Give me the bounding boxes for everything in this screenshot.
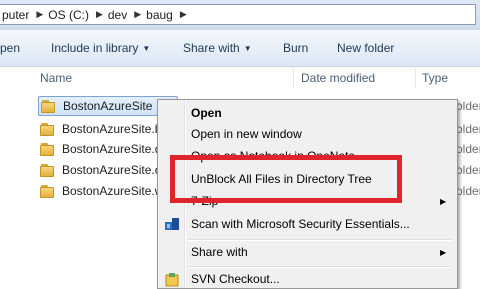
breadcrumb-item-drive[interactable]: OS (C:): [46, 8, 93, 22]
share-with-label: Share with: [183, 41, 240, 55]
folder-icon: [40, 184, 56, 198]
breadcrumb-item-computer[interactable]: puter: [0, 8, 33, 22]
burn-button[interactable]: Burn: [283, 41, 308, 55]
file-name: BostonAzureSite.b: [62, 122, 162, 136]
dropdown-arrow-icon: ▼: [142, 44, 151, 53]
menu-item-open-onenote[interactable]: Open as Notebook in OneNote: [191, 149, 355, 163]
menu-item-share-with[interactable]: Share with: [191, 245, 248, 259]
address-bar: puter ▶ OS (C:) ▶ dev ▶ baug ▶: [0, 0, 480, 30]
dropdown-arrow-icon: ▼: [243, 44, 252, 53]
breadcrumb[interactable]: puter ▶ OS (C:) ▶ dev ▶ baug ▶: [0, 4, 476, 25]
chevron-right-icon[interactable]: ▶: [177, 9, 190, 20]
share-with-button[interactable]: Share with ▼: [183, 41, 252, 55]
folder-icon: [41, 99, 57, 113]
column-header-name[interactable]: Name: [40, 71, 72, 85]
context-menu: Open Open in new window Open as Notebook…: [157, 99, 458, 289]
menu-item-open[interactable]: Open: [191, 106, 222, 120]
folder-icon: [40, 122, 56, 136]
column-headers: Name Date modified Type: [0, 66, 480, 88]
folder-icon: [40, 163, 56, 177]
folder-icon: [40, 142, 56, 156]
menu-separator: [188, 266, 452, 268]
menu-separator: [188, 239, 452, 241]
column-header-type[interactable]: Type: [422, 71, 448, 85]
file-name: BostonAzureSite.o: [62, 163, 162, 177]
chevron-right-icon[interactable]: ▶: [131, 9, 144, 20]
breadcrumb-item-baug[interactable]: baug: [144, 8, 177, 22]
file-type: older: [456, 142, 480, 156]
file-name: BostonAzureSite: [63, 99, 153, 113]
chevron-right-icon[interactable]: ▶: [33, 9, 46, 20]
column-divider[interactable]: [415, 66, 416, 88]
file-type: older: [456, 122, 480, 136]
menu-item-7zip[interactable]: 7-Zip: [191, 194, 218, 208]
submenu-arrow-icon: ▶: [440, 197, 447, 206]
include-in-library-label: Include in library: [51, 41, 139, 55]
file-name: BostonAzureSite.w: [62, 184, 164, 198]
include-in-library-button[interactable]: Include in library ▼: [51, 41, 150, 55]
menu-item-scan[interactable]: Scan with Microsoft Security Essentials.…: [191, 217, 410, 231]
menu-gutter: [184, 100, 186, 288]
file-type: older: [456, 99, 480, 113]
new-folder-button[interactable]: New folder: [337, 41, 394, 55]
menu-item-svn-checkout[interactable]: SVN Checkout...: [191, 272, 280, 286]
shield-icon: [164, 216, 180, 232]
breadcrumb-item-dev[interactable]: dev: [106, 8, 131, 22]
menu-item-open-new-window[interactable]: Open in new window: [191, 127, 302, 141]
chevron-right-icon[interactable]: ▶: [93, 9, 106, 20]
svn-icon: [164, 272, 180, 288]
column-divider[interactable]: [293, 66, 294, 88]
file-type: older: [456, 184, 480, 198]
command-bar: pen Include in library ▼ Share with ▼ Burn…: [0, 30, 480, 67]
column-header-date-modified[interactable]: Date modified: [301, 71, 375, 85]
file-type: older: [456, 163, 480, 177]
file-name: BostonAzureSite.d: [62, 142, 162, 156]
menu-item-unblock[interactable]: UnBlock All Files in Directory Tree: [191, 172, 372, 186]
submenu-arrow-icon: ▶: [440, 248, 447, 257]
open-button[interactable]: pen: [0, 41, 20, 55]
